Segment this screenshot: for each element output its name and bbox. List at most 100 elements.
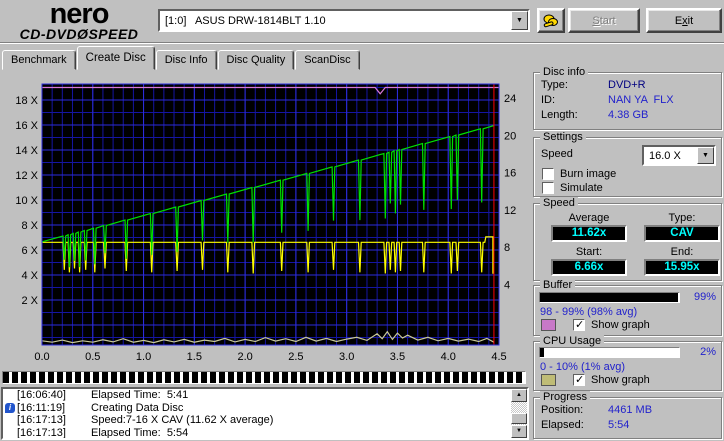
svg-text:14 X: 14 X	[15, 145, 38, 157]
svg-text:12: 12	[504, 205, 516, 217]
speed-select[interactable]: 16.0 X ▼	[642, 145, 716, 166]
buffer-meter-fill	[540, 293, 678, 302]
toolbar: nero CD-DVDØSPEED [1:0] ASUS DRW-1814BLT…	[0, 0, 724, 44]
options-button[interactable]	[537, 8, 565, 33]
info-icon: i	[5, 402, 15, 413]
svg-text:3.5: 3.5	[390, 351, 405, 363]
cpu-color-swatch	[541, 374, 556, 386]
speed-select-value: 16.0 X	[649, 149, 681, 162]
toolbar-divider	[0, 42, 724, 44]
svg-text:8: 8	[504, 242, 510, 254]
buffer-percent: 99%	[693, 291, 716, 303]
svg-text:4 X: 4 X	[21, 270, 38, 282]
cpu-percent: 2%	[700, 346, 716, 358]
disc-id-label: ID:	[541, 94, 556, 106]
position-label: Position:	[541, 404, 584, 416]
settings-title: Settings	[540, 131, 586, 143]
cpu-show-graph-checkbox[interactable]	[573, 373, 585, 386]
cpu-usage-title: CPU Usage	[540, 335, 605, 347]
buffer-color-swatch	[541, 319, 556, 331]
disc-info-panel: Disc info Type: DVD+R ID: NAN YA FLX Lengt…	[533, 66, 722, 130]
overall-progress-bar	[2, 371, 526, 384]
svg-text:3.0: 3.0	[339, 351, 354, 363]
disc-info-title: Disc info	[540, 66, 589, 78]
magic-wand-icon	[543, 14, 558, 27]
type-value-display: CAV	[644, 225, 720, 242]
buffer-show-graph-row: Show graph	[573, 318, 650, 331]
buffer-panel: Buffer 99% 98 - 99% (98% avg) Show graph	[533, 279, 722, 336]
chart-area: 2 X 4 X 6 X 8 X 10 X 12 X 14 X 16 X 18 X 4 8 12 16 20…	[0, 64, 530, 364]
svg-text:0.5: 0.5	[85, 351, 100, 363]
tab-create-disc[interactable]: Create Disc	[76, 46, 155, 70]
log-box: [16:06:40] Elapsed Time: 5:41 i [16:11:1…	[1, 387, 529, 440]
end-value-display: 15.95x	[644, 259, 720, 276]
type-label: Type:	[668, 212, 696, 224]
disc-icon: Ø	[77, 26, 89, 42]
svg-text:18 X: 18 X	[15, 95, 38, 107]
burn-image-checkbox-row: Burn image	[542, 168, 616, 180]
speed-panel-title: Speed	[540, 197, 578, 209]
svg-text:20: 20	[504, 130, 516, 142]
svg-text:8 X: 8 X	[21, 220, 38, 232]
exit-button[interactable]: Exit	[646, 8, 722, 33]
chevron-down-icon: ▼	[516, 17, 523, 24]
scroll-down-icon[interactable]: ▼	[511, 425, 527, 438]
svg-text:4.0: 4.0	[441, 351, 456, 363]
buffer-title: Buffer	[540, 279, 576, 291]
nero-logo: nero CD-DVDØSPEED	[4, 0, 154, 42]
drive-select-dropdown-button[interactable]: ▼	[511, 11, 528, 30]
average-label: Average	[568, 212, 610, 224]
simulate-checkbox[interactable]	[542, 182, 554, 194]
speed-label: Speed	[541, 148, 573, 160]
burn-image-checkbox[interactable]	[542, 168, 554, 180]
progress-title: Progress	[540, 391, 591, 403]
svg-text:4.5: 4.5	[491, 351, 506, 363]
simulate-label: Simulate	[560, 182, 603, 194]
buffer-show-graph-label: Show graph	[591, 319, 650, 331]
svg-text:16: 16	[504, 168, 516, 180]
average-value-display: 11.62x	[551, 225, 627, 242]
buffer-meter	[539, 292, 680, 303]
log-entry: i [16:11:19] Creating Data Disc	[3, 402, 527, 415]
disc-type-label: Type:	[541, 79, 568, 91]
svg-text:1.5: 1.5	[187, 351, 202, 363]
end-label: End:	[670, 246, 694, 258]
cpu-meter	[539, 347, 680, 358]
disc-id-value: NAN YA FLX	[608, 94, 674, 106]
log-entry: [16:17:13] Elapsed Time: 5:54	[17, 426, 189, 439]
elapsed-label: Elapsed:	[541, 419, 584, 431]
drive-select[interactable]: [1:0] ASUS DRW-1814BLT 1.10 ▼	[158, 9, 530, 32]
speed-select-dropdown-button[interactable]: ▼	[697, 147, 714, 164]
cpu-usage-panel: CPU Usage 2% 0 - 10% (1% avg) Show graph	[533, 335, 722, 391]
settings-panel: Settings Speed 16.0 X ▼ Burn image Simul…	[533, 131, 722, 197]
speed-panel: Speed Average Type: 11.62x CAV Start: En…	[533, 197, 722, 281]
svg-text:10 X: 10 X	[15, 195, 38, 207]
svg-text:24: 24	[504, 93, 516, 105]
cpu-range-text: 0 - 10% (1% avg)	[540, 361, 625, 373]
scrollbar-thumb[interactable]	[511, 413, 527, 424]
create-disc-chart: 2 X 4 X 6 X 8 X 10 X 12 X 14 X 16 X 18 X 4 8 12 16 20…	[15, 83, 516, 363]
svg-text:1.0: 1.0	[136, 351, 151, 363]
progress-panel: Progress Position: 4461 MB Elapsed: 5:54	[533, 391, 722, 439]
log-entry: [16:06:40] Elapsed Time: 5:41	[17, 389, 189, 402]
simulate-checkbox-row: Simulate	[542, 182, 603, 194]
position-value: 4461 MB	[608, 404, 653, 416]
nero-logo-text: nero	[49, 0, 110, 30]
cpu-meter-fill	[540, 348, 545, 357]
burn-image-label: Burn image	[560, 168, 617, 180]
nero-cd-dvd-speed-window: nero CD-DVDØSPEED [1:0] ASUS DRW-1814BLT…	[0, 0, 724, 441]
elapsed-value: 5:54	[608, 419, 630, 431]
disc-length-value: 4.38 GB	[608, 109, 649, 121]
scroll-up-icon[interactable]: ▲	[511, 389, 527, 402]
cpu-show-graph-label: Show graph	[591, 374, 650, 386]
start-label: Start:	[575, 246, 603, 258]
buffer-show-graph-checkbox[interactable]	[573, 318, 585, 331]
svg-text:2.5: 2.5	[288, 351, 303, 363]
cd-dvd-speed-logo-text: CD-DVDØSPEED	[19, 26, 139, 42]
disc-type-value: DVD+R	[608, 79, 646, 91]
log-scrollbar[interactable]: ▲ ▼	[511, 389, 527, 438]
start-button[interactable]: Start	[568, 8, 640, 33]
svg-text:2 X: 2 X	[21, 295, 38, 307]
drive-select-value: [1:0] ASUS DRW-1814BLT 1.10	[165, 14, 326, 27]
svg-text:6 X: 6 X	[21, 245, 38, 257]
